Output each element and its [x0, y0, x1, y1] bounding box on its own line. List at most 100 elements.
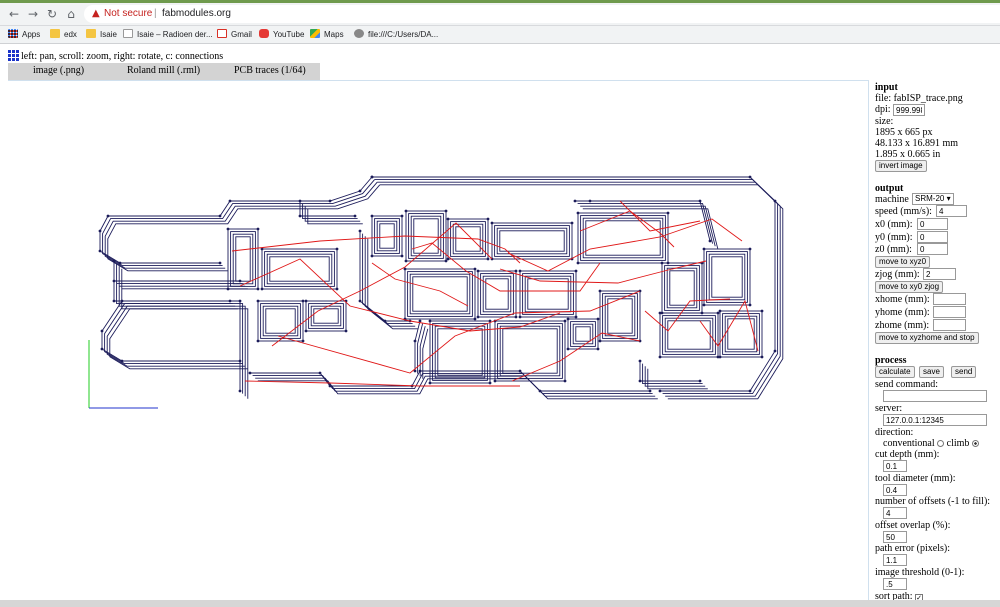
offsets-input[interactable] [883, 507, 907, 519]
url-text[interactable]: fabmodules.org [162, 5, 231, 23]
path-vertex [446, 257, 450, 261]
horizontal-scrollbar[interactable] [0, 600, 1000, 607]
size-mm: 48.133 x 16.891 mm [875, 138, 959, 149]
path-vertex [260, 287, 264, 291]
zjog-input[interactable] [923, 268, 956, 280]
path-vertex [444, 259, 448, 263]
path-vertex [488, 381, 492, 385]
overlap-label: offset overlap (%): [875, 520, 951, 531]
reload-icon[interactable]: ↻ [44, 6, 60, 22]
path-vertex [563, 379, 567, 383]
send-button[interactable]: send [951, 366, 977, 378]
xhome-input[interactable] [933, 293, 966, 305]
path-vertex [773, 199, 777, 203]
tab-roland-mill[interactable]: Roland mill (.rml) [127, 63, 200, 80]
bookmark-file[interactable]: file:///C:/Users/DA... [354, 28, 438, 42]
size-in: 1.895 x 0.665 in [875, 149, 941, 160]
trace-outline [497, 323, 563, 379]
bookmarks-bar: Apps edx Isaie Isaie – Radioen der... Gm… [0, 26, 1000, 44]
server-input[interactable] [883, 414, 987, 426]
toolpath-viewer[interactable] [8, 80, 869, 600]
path-vertex [476, 315, 480, 319]
trace-outline [659, 312, 719, 358]
send-command-input[interactable] [883, 390, 987, 402]
trace-outline [664, 317, 714, 353]
trace-outline [499, 230, 565, 252]
address-bar[interactable]: ▲ Not secure | fabmodules.org [84, 5, 1000, 23]
path-vertex [702, 303, 706, 307]
y0-input[interactable] [917, 231, 948, 243]
trace-outline [502, 328, 558, 374]
dpi-input[interactable] [893, 104, 925, 116]
path-vertex [514, 315, 518, 319]
yhome-input[interactable] [933, 306, 966, 318]
path-error-input[interactable] [883, 554, 907, 566]
move-to-xy0-zjog-button[interactable]: move to xy0 zjog [875, 281, 944, 293]
path-vertex [574, 269, 578, 273]
x0-input[interactable] [917, 218, 948, 230]
cut-depth-label: cut depth (mm): [875, 449, 940, 460]
cut-depth-input[interactable] [883, 460, 907, 472]
trace-outline [437, 328, 483, 376]
bookmark-isaie-radioen[interactable]: Isaie – Radioen der... [123, 28, 213, 42]
trace-outline [494, 320, 566, 382]
trace-outline [482, 275, 512, 313]
home-icon[interactable]: ⌂ [63, 6, 79, 22]
climb-radio[interactable] [971, 440, 979, 447]
path-vertex [98, 229, 102, 233]
path-vertex [112, 279, 116, 283]
path-vertex [573, 199, 577, 203]
xhome-label: xhome (mm): [875, 294, 930, 305]
path-vertex [370, 175, 374, 179]
path-vertex [226, 227, 230, 231]
trace-outline [379, 223, 395, 249]
trace-outline [494, 225, 570, 257]
forward-icon[interactable]: → [25, 6, 41, 22]
bookmark-gmail[interactable]: Gmail [217, 28, 252, 42]
trace-outline [607, 298, 633, 334]
save-button[interactable]: save [919, 366, 944, 378]
tab-image-png[interactable]: image (.png) [33, 63, 84, 80]
trace-outline [669, 270, 695, 306]
speed-input[interactable] [936, 205, 967, 217]
controls-hint: left: pan, scroll: zoom, right: rotate, … [8, 50, 223, 62]
zjog-label: zjog (mm): [875, 269, 920, 280]
bookmark-isaie[interactable]: Isaie [86, 28, 117, 42]
trace-outline [666, 267, 698, 309]
trace-path [379, 184, 784, 400]
bookmark-maps[interactable]: Maps [310, 28, 344, 42]
conventional-radio[interactable] [937, 440, 945, 447]
move-to-xyzhome-button[interactable]: move to xyzhome and stop [875, 332, 979, 344]
overlap-input[interactable] [883, 531, 907, 543]
path-vertex [490, 221, 494, 225]
threshold-input[interactable] [883, 578, 907, 590]
conventional-label: conventional [883, 438, 935, 449]
path-vertex [473, 267, 477, 271]
folder-icon [50, 29, 60, 38]
path-vertex [226, 287, 230, 291]
back-icon[interactable]: ← [6, 6, 22, 22]
speed-label: speed (mm/s): [875, 206, 932, 217]
path-vertex [370, 254, 374, 258]
zhome-input[interactable] [933, 319, 966, 331]
move-to-xyz0-button[interactable]: move to xyz0 [875, 256, 931, 268]
bookmark-apps[interactable]: Apps [8, 28, 40, 42]
calculate-button[interactable]: calculate [875, 366, 915, 378]
tool-diameter-label: tool diameter (mm): [875, 473, 956, 484]
path-vertex [256, 299, 260, 303]
invert-image-button[interactable]: invert image [875, 160, 927, 172]
path-vertex [760, 309, 764, 313]
bookmark-youtube[interactable]: YouTube [259, 28, 304, 42]
tool-diameter-input[interactable] [883, 484, 907, 496]
path-vertex [700, 311, 704, 315]
bookmark-edx[interactable]: edx [50, 28, 77, 42]
path-vertex [598, 289, 602, 293]
warning-icon: ▲ [92, 8, 100, 19]
machine-select[interactable]: SRM-20 ▾ [912, 193, 954, 205]
path-vertex [256, 339, 260, 343]
tab-pcb-traces[interactable]: PCB traces (1/64) [234, 63, 306, 80]
trace-path [580, 205, 716, 247]
path-vertex [638, 359, 642, 363]
trace-outline [262, 305, 299, 337]
z0-input[interactable] [917, 243, 948, 255]
